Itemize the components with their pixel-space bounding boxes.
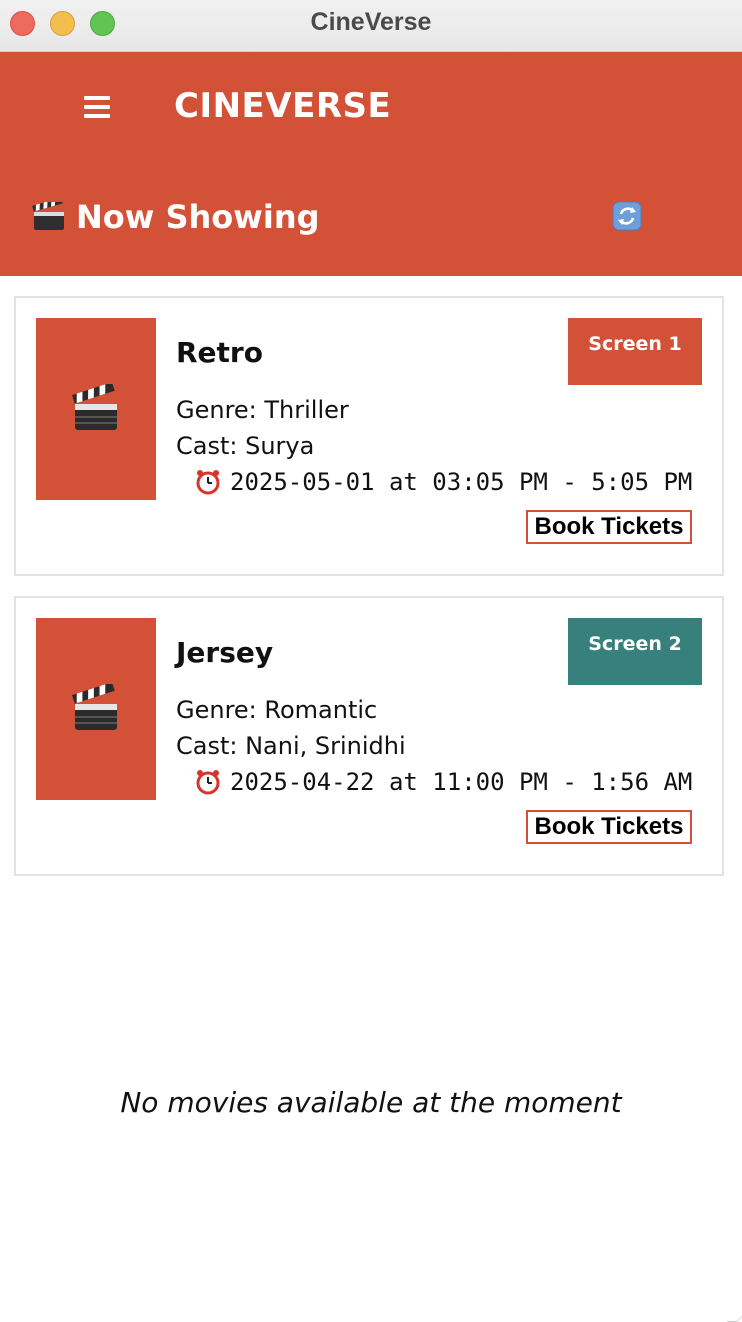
movie-title: Retro — [176, 336, 263, 369]
showtime-text: 2025-05-01 at 03:05 PM - 5:05 PM — [230, 468, 693, 496]
screen-badge: Screen 1 — [568, 318, 702, 385]
screen-badge: Screen 2 — [568, 618, 702, 685]
book-tickets-button[interactable]: Book Tickets — [526, 810, 692, 844]
movie-cast: Cast: Nani, Srinidhi — [176, 732, 406, 760]
clapperboard-icon — [72, 384, 117, 430]
empty-state-message: No movies available at the moment — [120, 1086, 622, 1119]
alarm-clock-icon — [196, 770, 220, 795]
alarm-clock-icon — [196, 470, 220, 495]
movie-card: Retro Genre: Thriller Cast: Surya 2025-0… — [14, 296, 724, 576]
movie-poster — [36, 618, 156, 800]
movie-card: Jersey Genre: Romantic Cast: Nani, Srini… — [14, 596, 724, 876]
showtime-text: 2025-04-22 at 11:00 PM - 1:56 AM — [230, 768, 693, 796]
app-title: CINEVERSE — [174, 86, 392, 126]
section-heading: Now Showing — [32, 198, 320, 236]
movie-cast: Cast: Surya — [176, 432, 315, 460]
showtime: 2025-04-22 at 11:00 PM - 1:56 AM — [194, 768, 692, 796]
now-showing-label: Now Showing — [76, 198, 320, 236]
movie-title: Jersey — [176, 636, 274, 669]
clapperboard-icon — [32, 202, 64, 230]
window-resize-grip[interactable] — [727, 1312, 742, 1322]
book-tickets-button[interactable]: Book Tickets — [526, 510, 692, 544]
app-window: CineVerse CINEVERSE Now Showing Retro Ge… — [0, 0, 742, 1322]
refresh-icon[interactable] — [612, 201, 642, 231]
movie-genre: Genre: Thriller — [176, 396, 349, 424]
app-header: CINEVERSE Now Showing — [0, 52, 742, 276]
movie-poster — [36, 318, 156, 500]
hamburger-menu-icon[interactable] — [84, 96, 110, 118]
showtime: 2025-05-01 at 03:05 PM - 5:05 PM — [194, 468, 692, 496]
window-title: CineVerse — [310, 8, 432, 36]
clapperboard-icon — [72, 684, 117, 730]
window-titlebar: CineVerse — [0, 0, 742, 52]
movie-genre: Genre: Romantic — [176, 696, 378, 724]
